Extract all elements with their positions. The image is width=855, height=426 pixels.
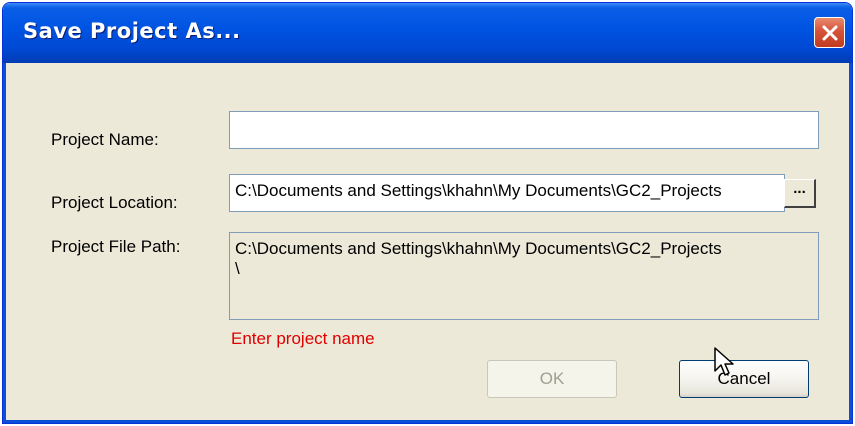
project-file-path-label: Project File Path:: [51, 237, 181, 256]
title-bar[interactable]: Save Project As...: [3, 3, 852, 63]
ok-button[interactable]: OK: [487, 360, 617, 398]
dialog-title: Save Project As...: [23, 19, 241, 43]
window-frame-left: [3, 63, 6, 423]
project-name-input[interactable]: [229, 111, 819, 149]
project-name-label: Project Name:: [51, 130, 159, 149]
cancel-button[interactable]: Cancel: [679, 360, 809, 398]
project-file-path-display: C:\Documents and Settings\khahn\My Docum…: [229, 232, 819, 320]
close-icon: [822, 25, 838, 41]
project-location-label: Project Location:: [51, 193, 178, 212]
window-frame-bottom: [3, 420, 852, 423]
error-message: Enter project name: [231, 329, 375, 348]
save-project-dialog: Save Project As... Project Name: Project…: [2, 2, 853, 424]
browse-button[interactable]: ...: [784, 179, 816, 208]
close-button[interactable]: [814, 17, 845, 48]
window-frame-right: [849, 63, 852, 423]
project-location-input[interactable]: C:\Documents and Settings\khahn\My Docum…: [229, 174, 785, 212]
